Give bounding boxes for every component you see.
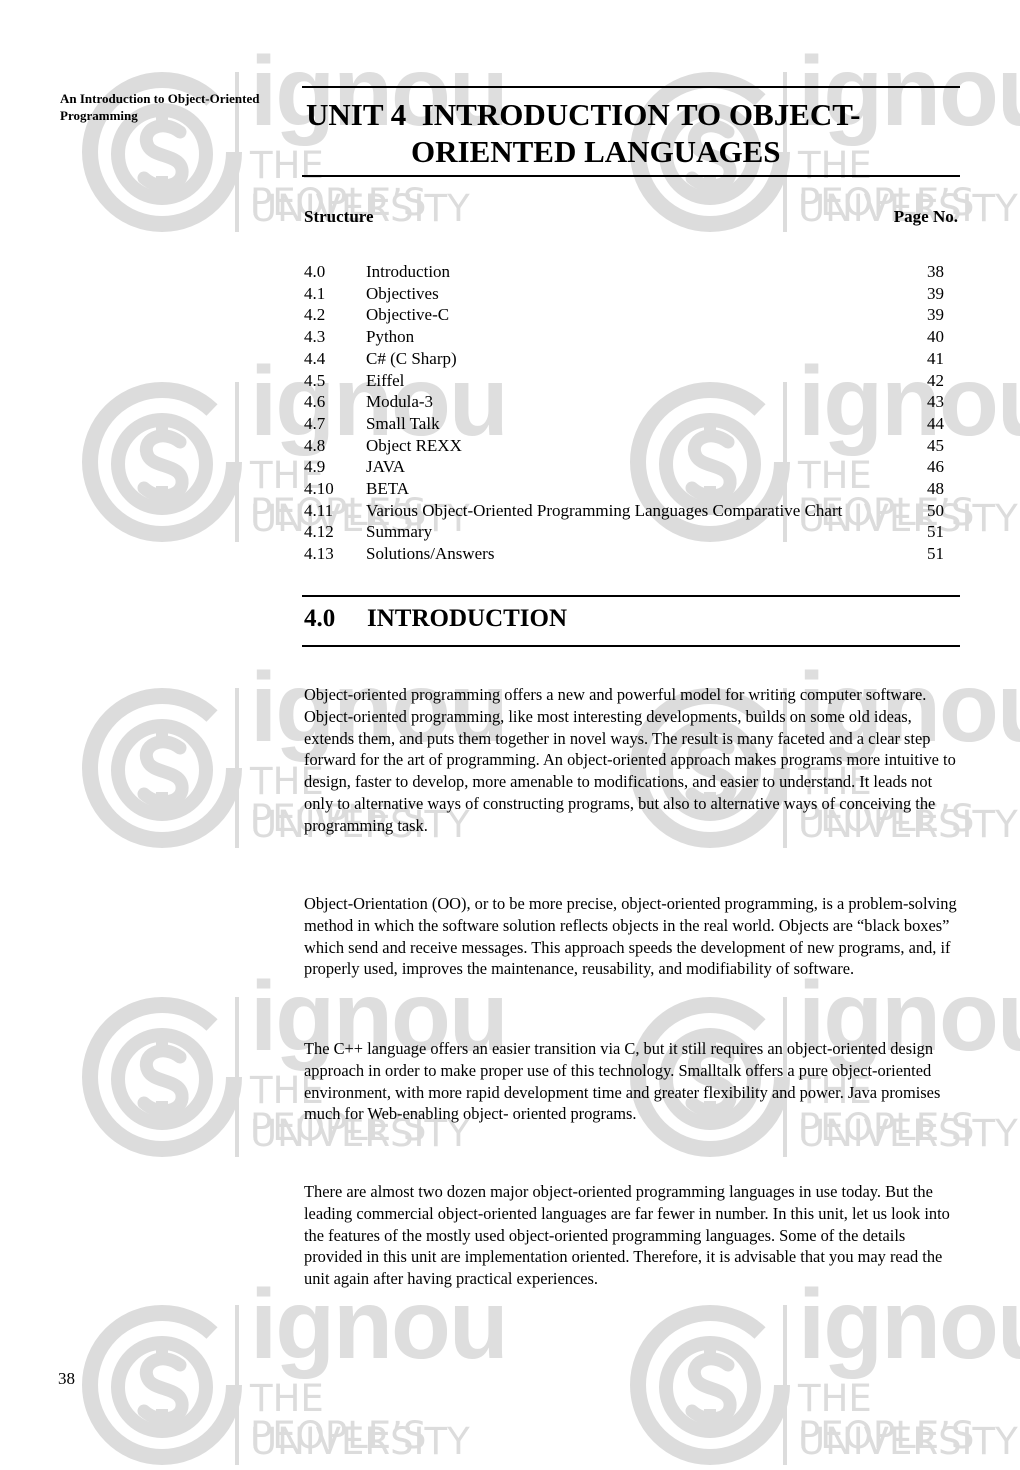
toc-section-title: Object REXX bbox=[366, 435, 462, 455]
toc-row: 4.4 C# (C Sharp) 41 bbox=[304, 348, 944, 370]
toc-section-title: C# (C Sharp) bbox=[366, 348, 457, 368]
toc-section-number: 4.5 bbox=[304, 370, 326, 390]
toc-section-title: Summary bbox=[366, 522, 433, 542]
toc-section-title: Modula-3 bbox=[366, 392, 434, 412]
toc-page-number: 48 bbox=[927, 479, 944, 499]
toc-page-number: 40 bbox=[927, 327, 944, 347]
toc-section-number: 4.4 bbox=[304, 348, 326, 368]
unit-title-line-1: UNIT 4 INTRODUCTION TO OBJECT- bbox=[306, 97, 861, 132]
toc-section-number: 4.11 bbox=[304, 500, 334, 520]
toc-section-title: Various Object-Oriented Programming Lang… bbox=[366, 500, 843, 520]
toc-page-number: 39 bbox=[927, 305, 944, 325]
section-rule-top bbox=[302, 595, 960, 597]
toc-section-number: 4.9 bbox=[304, 457, 326, 477]
toc-section-title: Python bbox=[366, 327, 415, 347]
toc-section-title: Solutions/Answers bbox=[366, 544, 495, 564]
toc-section-number: 4.6 bbox=[304, 392, 326, 412]
toc-section-title: Small Talk bbox=[366, 413, 440, 433]
toc-section-title: Eiffel bbox=[366, 370, 405, 390]
toc-page-number: 39 bbox=[927, 283, 944, 303]
toc-section-title: Objectives bbox=[366, 283, 439, 303]
toc-page-number: 38 bbox=[927, 262, 944, 281]
toc-section-number: 4.10 bbox=[304, 479, 334, 499]
toc-row: 4.8 Object REXX 45 bbox=[304, 435, 944, 457]
section-heading: 4.0 INTRODUCTION bbox=[304, 605, 567, 633]
toc-page-number: 46 bbox=[927, 457, 944, 477]
unit-title-line-2: ORIENTED LANGUAGES bbox=[411, 134, 781, 169]
toc-page-number: 45 bbox=[927, 435, 944, 455]
title-rule-bottom bbox=[302, 175, 960, 177]
section-rule-bottom bbox=[302, 645, 960, 647]
toc-row: 4.0 Introduction 38 bbox=[304, 261, 944, 283]
toc-section-title: BETA bbox=[366, 479, 410, 499]
paragraph-4: There are almost two dozen major object-… bbox=[304, 1182, 950, 1289]
structure-header: Structure Page No. bbox=[304, 207, 958, 227]
section-number: 4.0 bbox=[304, 605, 336, 632]
toc-row: 4.7 Small Talk 44 bbox=[304, 413, 944, 435]
structure-label: Structure bbox=[304, 207, 374, 226]
toc-section-number: 4.7 bbox=[304, 413, 326, 433]
toc-section-number: 4.13 bbox=[304, 544, 334, 564]
toc-row: 4.13 Solutions/Answers 51 bbox=[304, 543, 944, 565]
toc-row: 4.10 BETA 48 bbox=[304, 478, 944, 500]
toc-page-number: 41 bbox=[927, 348, 944, 368]
paragraph-3: The C++ language offers an easier transi… bbox=[304, 1039, 941, 1124]
table-of-contents: 4.0 Introduction 38 4.1 Objectives 39 4.2 Objec… bbox=[304, 261, 944, 565]
toc-section-number: 4.0 bbox=[304, 262, 326, 281]
toc-row: 4.11 Various Object-Oriented Programming … bbox=[304, 500, 944, 522]
toc-page-number: 51 bbox=[927, 522, 944, 542]
paragraph-1: Object-oriented programming offers a new… bbox=[304, 685, 956, 835]
toc-row: 4.3 Python 40 bbox=[304, 326, 944, 348]
toc-page-number: 43 bbox=[927, 392, 944, 412]
section-title-text: INTRODUCTION bbox=[367, 605, 568, 632]
toc-section-title: JAVA bbox=[366, 457, 406, 477]
toc-row: 4.5 Eiffel 42 bbox=[304, 370, 944, 392]
toc-row: 4.2 Objective-C 39 bbox=[304, 304, 944, 326]
unit-title: UNIT 4 INTRODUCTION TO OBJECT- ORIENTED … bbox=[302, 96, 960, 170]
toc-page-number: 51 bbox=[927, 544, 944, 564]
toc-section-title: Objective-C bbox=[366, 305, 450, 325]
document-page: An Introduction to Object-Oriented Progr… bbox=[0, 0, 1020, 1443]
page-no-label: Page No. bbox=[893, 207, 958, 226]
toc-section-number: 4.2 bbox=[304, 305, 326, 325]
running-head: An Introduction to Object-Oriented Progr… bbox=[60, 91, 260, 123]
toc-section-title: Introduction bbox=[366, 262, 451, 281]
toc-row: 4.6 Modula-3 43 bbox=[304, 391, 944, 413]
toc-row: 4.9 JAVA 46 bbox=[304, 456, 944, 478]
toc-section-number: 4.8 bbox=[304, 435, 326, 455]
paragraph-2: Object-Orientation (OO), or to be more p… bbox=[304, 894, 957, 979]
toc-page-number: 44 bbox=[927, 413, 944, 433]
toc-row: 4.12 Summary 51 bbox=[304, 521, 944, 543]
page-number: 38 bbox=[58, 1369, 75, 1388]
toc-section-number: 4.12 bbox=[304, 522, 334, 542]
toc-section-number: 4.3 bbox=[304, 327, 326, 347]
toc-page-number: 42 bbox=[927, 370, 944, 390]
toc-section-number: 4.1 bbox=[304, 283, 326, 303]
title-rule-top bbox=[302, 86, 960, 88]
toc-row: 4.1 Objectives 39 bbox=[304, 283, 944, 305]
toc-page-number: 50 bbox=[927, 500, 944, 520]
